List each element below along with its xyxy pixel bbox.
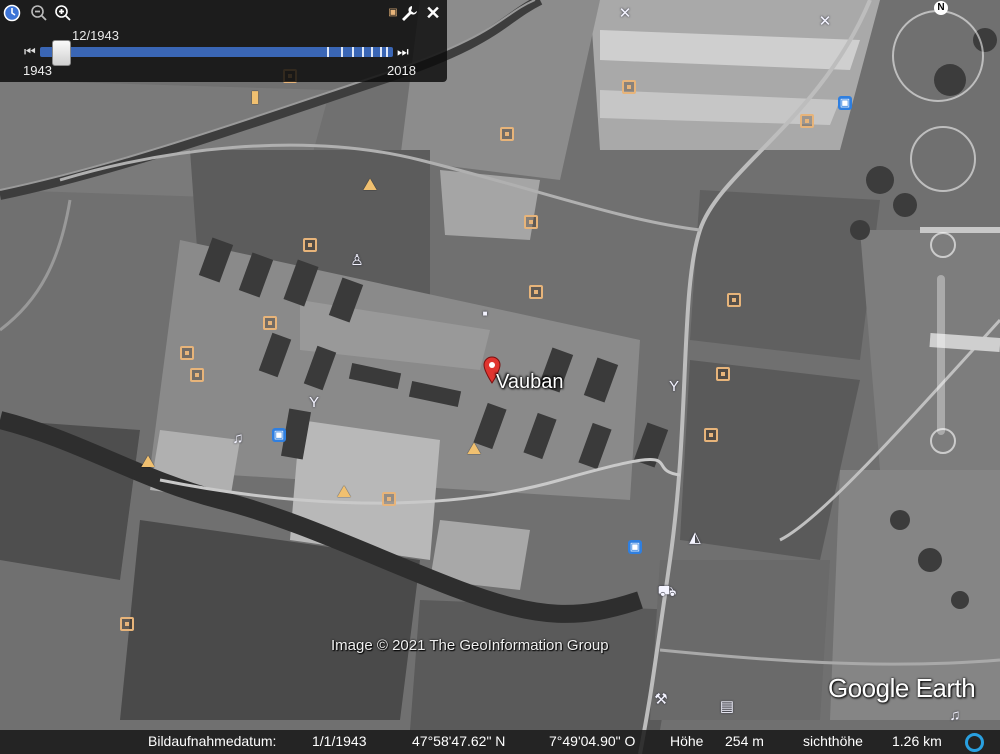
poi-marker[interactable] xyxy=(524,215,538,229)
move-joystick[interactable] xyxy=(910,126,976,192)
slider-tick xyxy=(386,47,388,57)
poi-marker[interactable] xyxy=(704,428,718,442)
poi-marker[interactable] xyxy=(727,293,741,307)
slider-tick xyxy=(327,47,329,57)
poi-marker[interactable] xyxy=(190,368,204,382)
zoom-out-icon[interactable] xyxy=(30,4,48,22)
tools-icon[interactable]: ✕ xyxy=(818,14,832,29)
slider-tick xyxy=(371,47,373,57)
bar-icon[interactable]: Y xyxy=(307,395,321,410)
bar-icon[interactable]: Y xyxy=(667,379,681,394)
current-date-label: 12/1943 xyxy=(72,28,119,43)
shopping-cart-icon[interactable]: ⛟ xyxy=(658,584,677,599)
book-icon[interactable]: ▮ xyxy=(248,88,262,105)
hiking-icon[interactable]: ⛰ xyxy=(467,440,481,457)
slider-tick xyxy=(380,47,382,57)
eye-altitude-label: sichthöhe xyxy=(803,733,863,749)
step-forward-icon[interactable]: ⏭ xyxy=(397,44,409,60)
music-icon[interactable]: ♫ xyxy=(231,431,245,446)
hiking-icon[interactable]: ⛰ xyxy=(363,176,377,193)
poi-marker[interactable] xyxy=(382,492,396,506)
google-earth-logo: Google Earth xyxy=(828,673,976,703)
poi-marker[interactable] xyxy=(180,346,194,360)
time-slider-thumb[interactable] xyxy=(52,40,71,66)
poi-marker[interactable] xyxy=(500,127,514,141)
poi-marker[interactable] xyxy=(120,617,134,631)
place-label[interactable]: Vauban xyxy=(496,371,563,394)
status-bar: Bildaufnahmedatum: 1/1/1943 47°58'47.62"… xyxy=(0,730,1000,754)
longitude-value: 7°49'04.90" O xyxy=(549,733,636,749)
small-marker-icon[interactable]: ■ xyxy=(478,307,492,321)
pharmacy-icon[interactable]: ▤ xyxy=(720,699,734,714)
step-back-icon[interactable]: ⏮ xyxy=(24,44,36,60)
zoom-out-button[interactable] xyxy=(930,428,956,454)
bus-stop-icon[interactable]: ▣ xyxy=(272,428,286,442)
elevation-value: 254 m xyxy=(725,733,764,749)
shopping-bag-icon[interactable]: ◭ xyxy=(688,530,702,545)
imagery-date-label: Bildaufnahmedatum: xyxy=(148,733,277,749)
music-icon[interactable]: ♫ xyxy=(948,708,962,723)
poi-marker[interactable] xyxy=(263,316,277,330)
slider-tick xyxy=(341,47,343,57)
poi-marker[interactable] xyxy=(716,367,730,381)
imagery-attribution: Image © 2021 The GeoInformation Group xyxy=(331,637,609,654)
eye-altitude-value: 1.26 km xyxy=(892,733,942,749)
slider-tick xyxy=(362,47,364,57)
historical-imagery-panel: ▣ ✕ 12/1943 ⏮ ⏭ 1943 2018 xyxy=(0,0,447,82)
look-joystick[interactable] xyxy=(892,10,984,102)
poi-marker[interactable] xyxy=(529,285,543,299)
zoom-slider[interactable] xyxy=(937,275,945,435)
poi-marker[interactable] xyxy=(800,114,814,128)
imagery-date-value: 1/1/1943 xyxy=(312,733,367,749)
bus-stop-icon[interactable]: ▣ xyxy=(628,540,642,554)
clock-icon[interactable] xyxy=(3,4,21,22)
poi-marker[interactable] xyxy=(622,80,636,94)
poi-marker[interactable] xyxy=(303,238,317,252)
slider-end-year: 2018 xyxy=(387,63,416,78)
monument-icon[interactable]: ♙ xyxy=(350,253,364,268)
streaming-status-icon xyxy=(965,733,984,752)
zoom-in-icon[interactable] xyxy=(54,4,72,22)
latitude-value: 47°58'47.62" N xyxy=(412,733,506,749)
elevation-label: Höhe xyxy=(670,733,704,749)
slider-start-year: 1943 xyxy=(23,63,52,78)
wrench-icon[interactable] xyxy=(400,4,418,22)
slider-tick xyxy=(352,47,354,57)
wrench-icon[interactable]: ⚒ xyxy=(654,692,668,707)
zoom-in-button[interactable] xyxy=(930,232,956,258)
bus-stop-icon[interactable]: ▣ xyxy=(838,96,852,110)
close-icon[interactable]: ✕ xyxy=(424,4,442,22)
restaurant-icon[interactable]: ✕ xyxy=(618,6,632,21)
hiking-icon[interactable]: ⛰ xyxy=(337,483,351,500)
hiking-icon[interactable]: ⛰ xyxy=(141,453,155,470)
